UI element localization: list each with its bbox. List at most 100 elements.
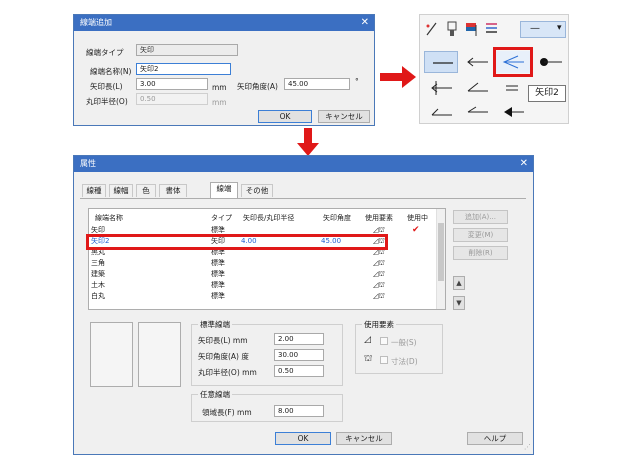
plain-line-icon — [433, 62, 453, 64]
properties-dialog: 属性 ✕ 線種 線幅 色 書体 線端 その他 線端名称 タイプ 矢印長/丸印半径… — [73, 155, 534, 455]
selected-highlight — [493, 47, 533, 77]
dimension-element-icon: ⛫ — [364, 354, 373, 364]
selected-row-highlight — [86, 234, 388, 250]
col-name-header: 線端名称 — [95, 214, 123, 222]
tab-color[interactable]: 色 — [136, 184, 156, 197]
dimension-checkbox[interactable] — [380, 356, 388, 364]
dialog2-cancel-button[interactable]: キャンセル — [336, 432, 392, 445]
line-end-name-input[interactable]: 矢印2 — [136, 63, 231, 75]
move-down-button[interactable]: ▼ — [453, 296, 465, 310]
open-arrow-line-end-button[interactable] — [460, 101, 494, 123]
optional-line-end-group: 任意線端 領域長(F) mm 8.00 — [191, 389, 343, 422]
tab-line-type[interactable]: 線種 — [82, 184, 106, 197]
tab-line-width[interactable]: 線幅 — [109, 184, 133, 197]
chevron-down-icon: ▾ — [557, 23, 562, 33]
row-type: 標準 — [211, 281, 225, 289]
usage-element-icon: ◿⛫ — [373, 259, 385, 267]
dialog1-close-icon[interactable]: ✕ — [361, 15, 369, 31]
delete-button[interactable]: 削除(R) — [453, 246, 508, 260]
row-name: 白丸 — [91, 292, 105, 300]
circle-radius-input: 0.50 — [136, 93, 208, 105]
dialog2-close-icon[interactable]: ✕ — [520, 156, 528, 172]
col-length-header: 矢印長/丸印半径 — [243, 214, 295, 222]
table-row[interactable]: 三角 標準 ◿⛫ — [89, 258, 437, 268]
tab-font[interactable]: 書体 — [159, 184, 187, 197]
plain-line-end-button[interactable] — [424, 51, 458, 73]
scrollbar-thumb[interactable] — [438, 223, 444, 281]
std-circle-radius-input[interactable]: 0.50 — [274, 365, 324, 377]
dimension-checkbox-label: 寸法(D) — [391, 357, 418, 366]
add-line-end-dialog: 線端追加 ✕ 線端タイプ 矢印 線端名称(N) 矢印2 矢印長(L) 3.00 … — [73, 14, 375, 126]
dialog2-title: 属性 — [80, 159, 96, 168]
double-line-icon — [506, 85, 518, 91]
std-arrow-length-label: 矢印長(L) mm — [198, 336, 248, 345]
arrow-angle-input[interactable]: 45.00 — [284, 78, 350, 90]
standard-line-end-group: 標準線端 矢印長(L) mm 2.00 矢印角度(A) 度 30.00 丸印半径… — [191, 319, 343, 386]
circle-radius-label: 丸印半径(O) — [86, 97, 128, 106]
slash-line-end-button[interactable] — [460, 77, 494, 99]
brush-icon[interactable] — [444, 21, 460, 37]
row-name: 建築 — [91, 270, 105, 278]
arrow-length-label: 矢印長(L) — [90, 82, 123, 91]
circle-radius-unit: mm — [212, 98, 227, 107]
standard-group-title: 標準線端 — [198, 319, 232, 330]
slash-line-icon — [467, 82, 488, 92]
palette-tooltip: 矢印2 — [528, 85, 566, 102]
table-row[interactable]: 土木 標準 ◿⛫ — [89, 280, 437, 290]
hook-line-end-button[interactable] — [424, 101, 458, 123]
dialog2-titlebar: 属性 ✕ — [74, 156, 533, 172]
std-arrow-length-input[interactable]: 2.00 — [274, 333, 324, 345]
flow-right-arrow-icon — [380, 66, 416, 88]
arrow-line-end-button[interactable] — [460, 51, 494, 73]
filled-arrow-line-end-button[interactable] — [496, 101, 530, 123]
col-in-use-header: 使用中 — [407, 214, 428, 222]
tick-line-end-button[interactable] — [424, 77, 458, 99]
resize-grip-icon[interactable]: ⋰ — [524, 443, 531, 451]
tab-other[interactable]: その他 — [241, 184, 273, 197]
list-header: 線端名称 タイプ 矢印長/丸印半径 矢印角度 使用要素 使用中 — [89, 213, 437, 223]
half-arrow-icon — [467, 106, 488, 113]
std-circle-radius-label: 丸印半径(O) mm — [198, 368, 257, 377]
dialog2-ok-button[interactable]: OK — [275, 432, 331, 445]
usage-element-icon: ◿⛫ — [373, 292, 385, 300]
color-pen-icon[interactable] — [464, 21, 480, 37]
font-format-icon[interactable] — [484, 21, 500, 37]
line-style-dropdown[interactable]: — ▾ — [520, 21, 566, 38]
line-type-label: 線端タイプ — [86, 48, 124, 57]
dot-line-end-button[interactable] — [532, 51, 566, 73]
table-row[interactable]: 建築 標準 ◿⛫ — [89, 269, 437, 279]
dialog1-ok-button[interactable]: OK — [258, 110, 312, 123]
move-up-button[interactable]: ▲ — [453, 276, 465, 290]
hook-line-icon — [431, 108, 452, 116]
line-end-list[interactable]: 線端名称 タイプ 矢印長/丸印半径 矢印角度 使用要素 使用中 矢印 標準 ◿⛫… — [88, 208, 446, 310]
dialog1-titlebar: 線端追加 ✕ — [74, 15, 374, 31]
arrow-cross-icon — [431, 81, 452, 95]
help-button[interactable]: ヘルプ — [467, 432, 523, 445]
list-scrollbar[interactable] — [436, 209, 445, 309]
in-use-check-icon: ✔ — [412, 225, 420, 235]
general-checkbox[interactable] — [380, 337, 388, 345]
line-end-name-label: 線端名称(N) — [90, 67, 132, 76]
table-row[interactable]: 白丸 標準 ◿⛫ — [89, 291, 437, 301]
std-arrow-angle-input[interactable]: 30.00 — [274, 349, 324, 361]
arrow-left-icon — [467, 57, 488, 67]
double-line-end-button[interactable] — [496, 77, 530, 99]
row-type: 標準 — [211, 270, 225, 278]
usage-element-icon: ◿⛫ — [373, 270, 385, 278]
arrow-angle-unit: ° — [355, 77, 359, 86]
region-length-input[interactable]: 8.00 — [274, 405, 324, 417]
pen-line-icon[interactable] — [424, 21, 440, 37]
general-checkbox-label: 一般(S) — [391, 338, 417, 347]
arrow-length-input[interactable]: 3.00 — [136, 78, 208, 90]
preview-right — [138, 322, 181, 387]
dialog1-cancel-button[interactable]: キャンセル — [318, 110, 370, 123]
arrow-length-unit: mm — [212, 83, 227, 92]
add-button[interactable]: 追加(A)... — [453, 210, 508, 224]
tab-line-end[interactable]: 線端 — [210, 182, 238, 198]
preview-left — [90, 322, 133, 387]
change-button[interactable]: 変更(M) — [453, 228, 508, 242]
general-element-icon: ◿ — [364, 335, 371, 345]
row-name: 土木 — [91, 281, 105, 289]
dialog1-title: 線端追加 — [80, 18, 112, 27]
row-name: 三角 — [91, 259, 105, 267]
